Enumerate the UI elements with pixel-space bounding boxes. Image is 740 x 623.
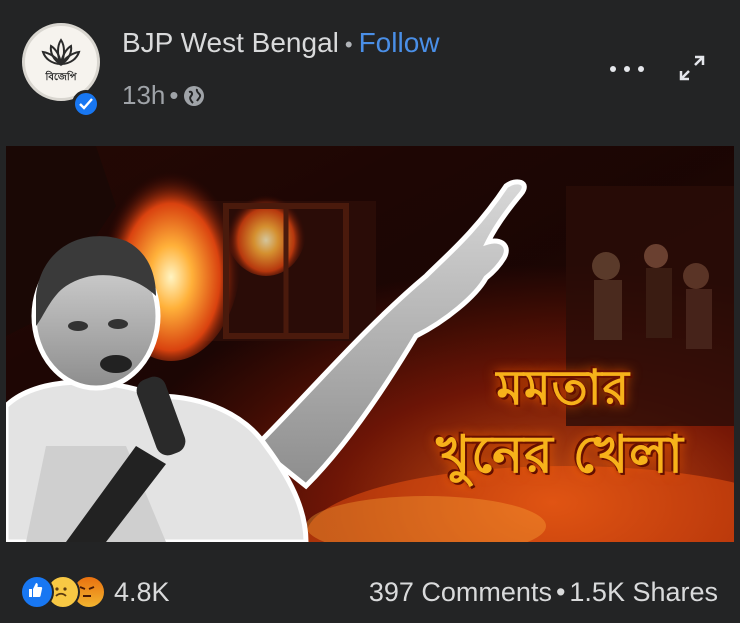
- reactions-summary[interactable]: 4.8K: [20, 575, 170, 609]
- expand-icon[interactable]: [676, 52, 708, 84]
- follow-button[interactable]: Follow: [359, 27, 440, 58]
- image-title-line-2: খুনের খেলা: [436, 424, 684, 485]
- reaction-count[interactable]: 4.8K: [114, 577, 170, 608]
- avatar-logo-text: বিজেপি: [45, 71, 77, 83]
- post-image[interactable]: মমতার খুনের খেলা: [6, 146, 734, 542]
- post-timestamp[interactable]: 13h: [122, 80, 165, 111]
- like-icon: [20, 575, 54, 609]
- more-options-icon[interactable]: [610, 58, 644, 80]
- stats-separator: •: [555, 577, 566, 607]
- shares-count[interactable]: 1.5K Shares: [569, 577, 718, 607]
- globe-icon: [183, 85, 204, 106]
- post-meta: 13h •: [122, 80, 205, 111]
- separator-dot: •: [344, 32, 353, 57]
- facebook-post: বিজেপি BJP West Bengal • Follow 13h • মম…: [0, 0, 740, 623]
- post-author-line: BJP West Bengal • Follow: [122, 27, 440, 59]
- comments-count[interactable]: 397 Comments: [369, 577, 552, 607]
- meta-separator: •: [169, 80, 179, 110]
- post-stats: 397 Comments • 1.5K Shares: [369, 577, 718, 608]
- page-name-link[interactable]: BJP West Bengal: [122, 27, 339, 58]
- lotus-logo-icon: [41, 37, 81, 66]
- verified-badge-icon: [72, 90, 100, 118]
